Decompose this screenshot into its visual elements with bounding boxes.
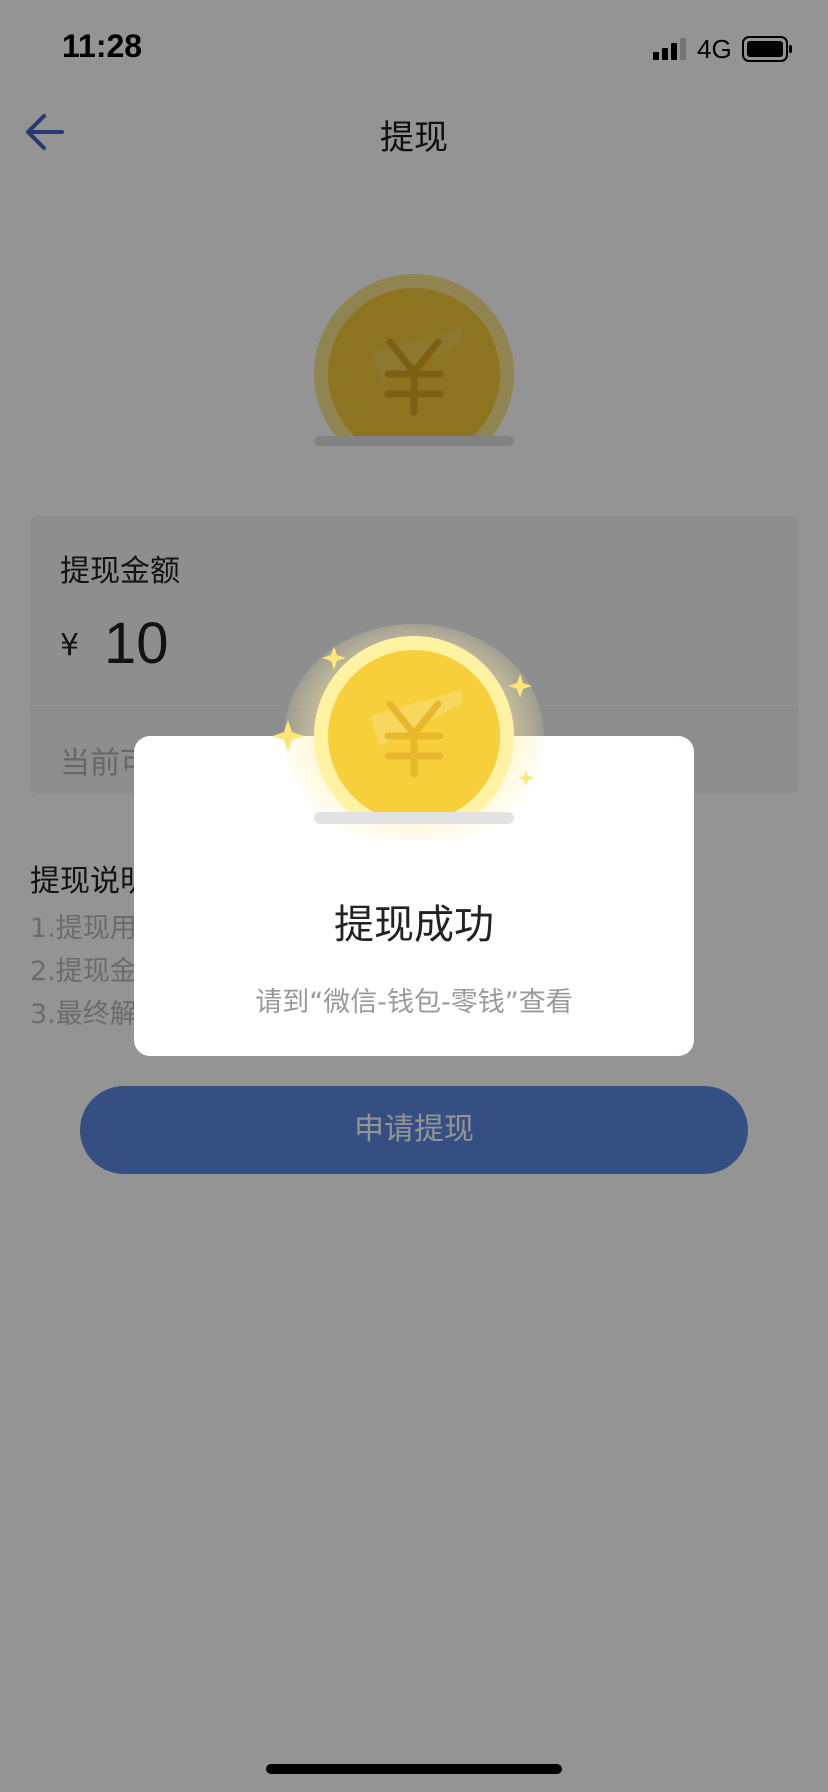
- yuan-coin-sparkle-icon: [274, 624, 544, 840]
- modal-subtitle: 请到“微信-钱包-零钱”查看: [255, 987, 573, 1018]
- modal-title: 提现成功: [334, 902, 494, 948]
- home-indicator[interactable]: [266, 1764, 562, 1774]
